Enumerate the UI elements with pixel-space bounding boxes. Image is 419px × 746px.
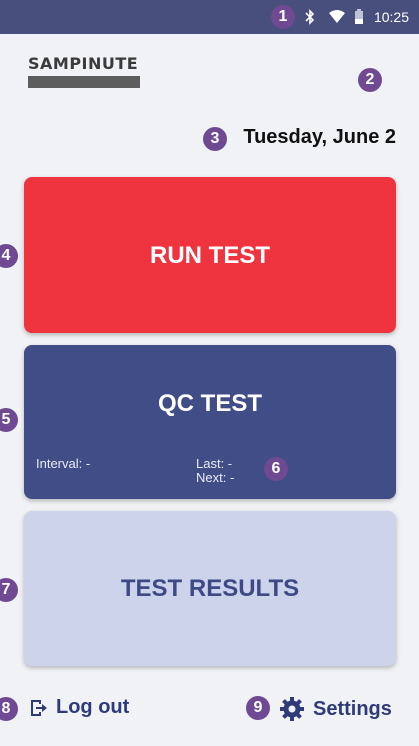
test-results-label: TEST RESULTS: [120, 575, 300, 602]
logo-bar: [28, 76, 140, 88]
test-results-button[interactable]: TEST RESULTS: [24, 511, 396, 666]
status-time: 10:25: [373, 9, 409, 25]
wifi-icon: [328, 9, 345, 25]
qc-last: Last: -: [196, 456, 233, 471]
annotation-marker: 6: [264, 457, 288, 481]
qc-test-label: QC TEST: [157, 390, 262, 417]
logout-icon: [28, 698, 48, 718]
annotation-marker: 3: [203, 127, 227, 151]
annotation-marker: 2: [358, 68, 382, 92]
run-test-button[interactable]: RUN TEST: [24, 177, 396, 333]
logout-label: Log out: [56, 696, 130, 718]
logout-button[interactable]: Log out: [28, 696, 129, 719]
annotation-marker: 9: [246, 696, 270, 720]
qc-test-button[interactable]: QC TEST Interval: - Last: - Next: - 6: [24, 345, 396, 499]
battery-icon: [354, 9, 364, 25]
annotation-marker: 4: [0, 244, 18, 268]
annotation-marker: 1: [271, 5, 295, 29]
status-icons: 10:25: [302, 0, 409, 34]
annotation-marker: 5: [0, 408, 18, 432]
settings-button[interactable]: Settings: [279, 696, 392, 722]
bluetooth-icon: [302, 9, 318, 25]
gear-icon: [279, 696, 305, 722]
annotation-marker: 8: [0, 697, 18, 721]
annotation-marker: 7: [0, 578, 18, 602]
qc-interval: Interval: -: [36, 456, 91, 471]
logo-text: SAMPINUTE: [28, 54, 139, 73]
status-bar: 1 10:25: [0, 0, 419, 34]
app-logo: SAMPINUTE: [28, 55, 143, 88]
run-test-label: RUN TEST: [150, 242, 270, 269]
settings-label: Settings: [313, 697, 392, 720]
qc-next: Next: -: [196, 470, 235, 485]
current-date: Tuesday, June 2: [243, 126, 396, 148]
